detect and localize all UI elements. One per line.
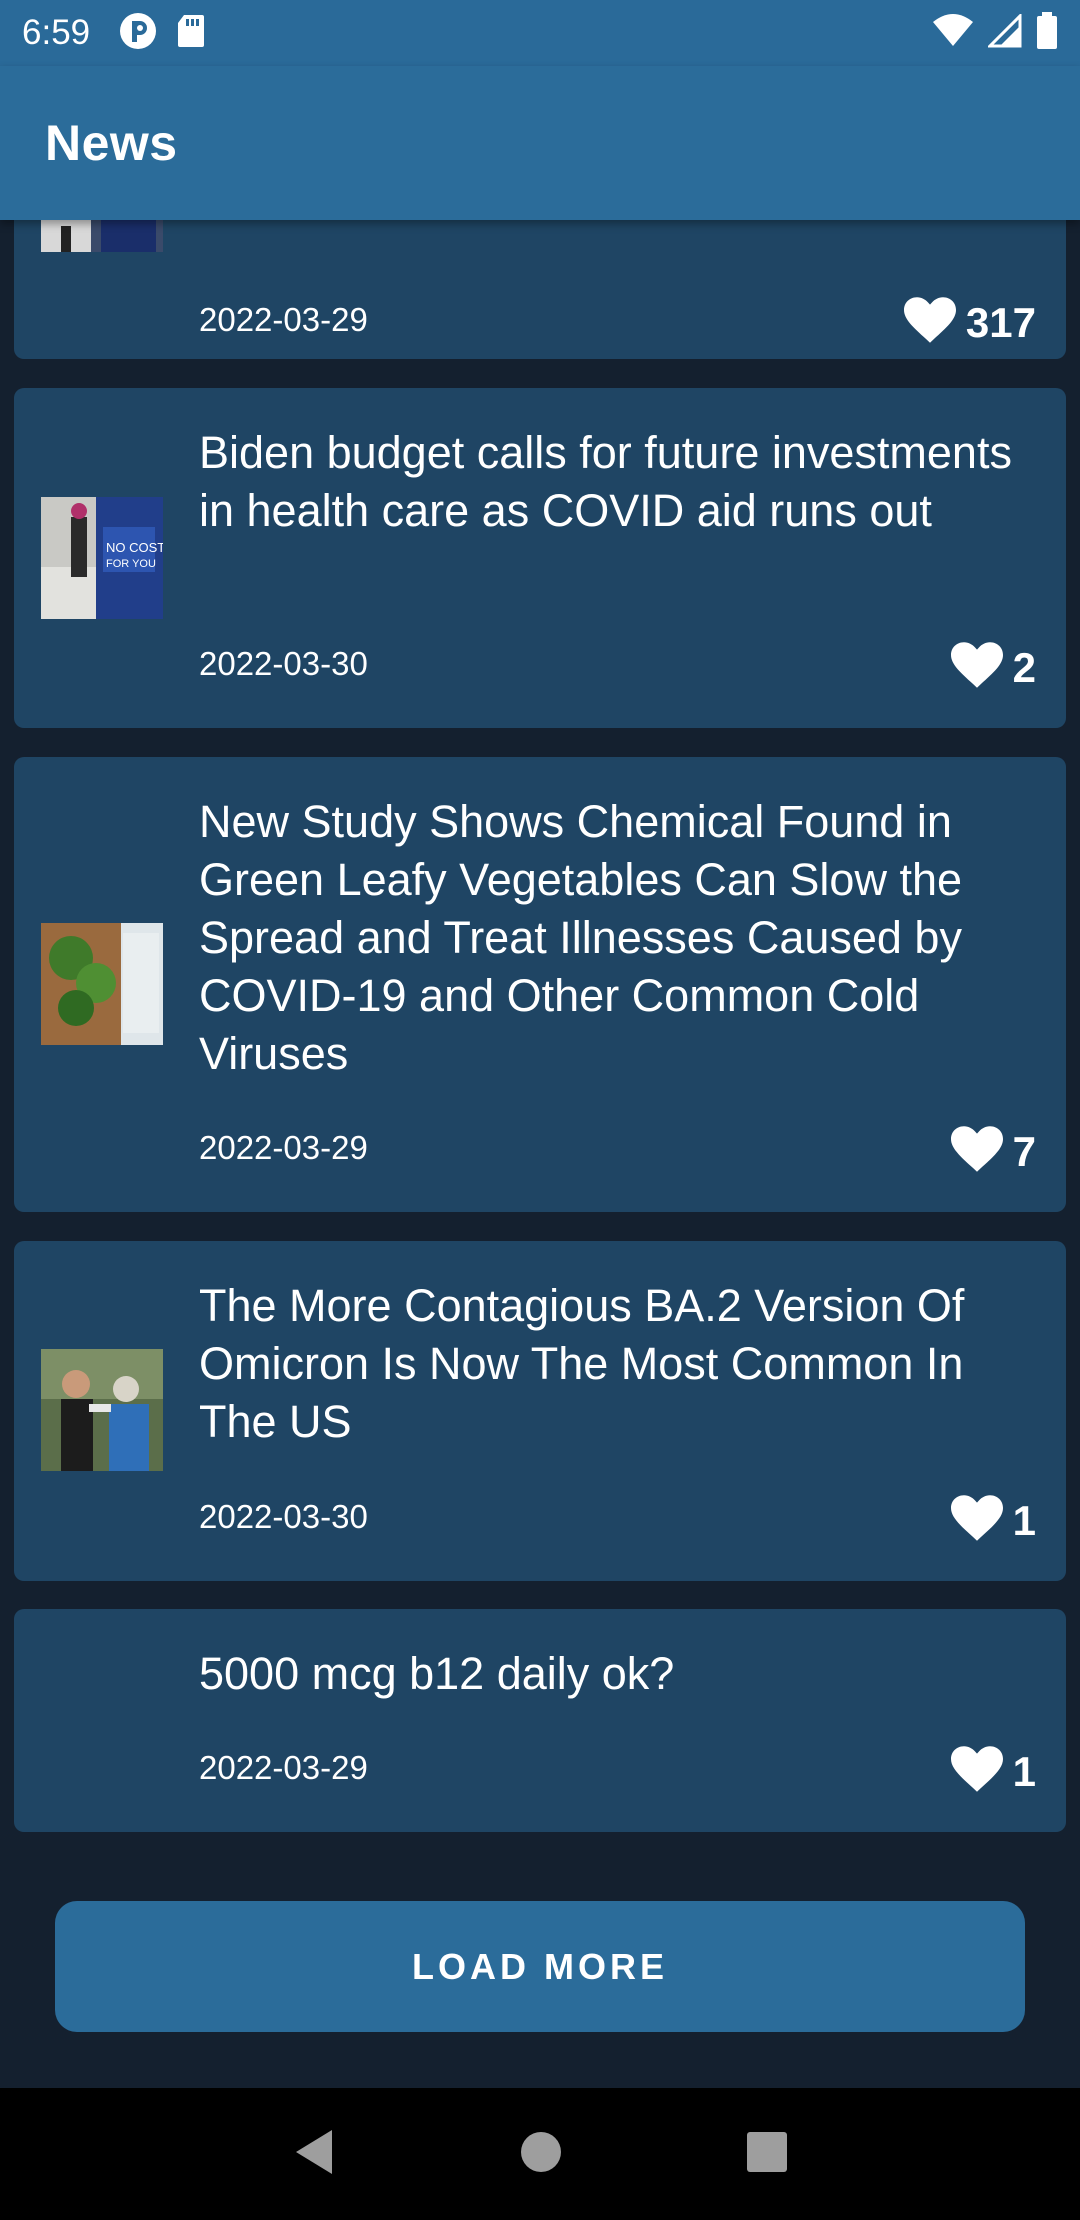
- news-card[interactable]: The More Contagious BA.2 Version Of Omic…: [14, 1241, 1066, 1581]
- news-title: 5000 mcg b12 daily ok?: [199, 1648, 675, 1699]
- news-thumbnail: NO COST FOR YOU: [41, 497, 163, 619]
- like-button[interactable]: 1: [950, 1746, 1036, 1797]
- heart-icon: [950, 1126, 1003, 1177]
- heart-icon: [950, 1495, 1003, 1546]
- news-title: New Study Shows Chemical Found in Green …: [199, 796, 963, 1079]
- like-button[interactable]: 317: [903, 297, 1036, 348]
- like-button[interactable]: 1: [950, 1495, 1036, 1546]
- status-time: 6:59: [22, 13, 91, 52]
- like-button[interactable]: 7: [950, 1126, 1036, 1177]
- heart-icon: [903, 297, 956, 348]
- news-thumbnail: [41, 1349, 163, 1471]
- load-more-button[interactable]: LOAD MORE: [55, 1901, 1025, 2032]
- like-button[interactable]: 2: [950, 642, 1036, 693]
- back-icon[interactable]: [292, 2128, 336, 2181]
- news-date: 2022-03-29: [199, 301, 368, 338]
- news-card[interactable]: 2022-03-29 317: [14, 220, 1066, 359]
- news-title: The More Contagious BA.2 Version Of Omic…: [199, 1280, 965, 1447]
- signal-icon: [986, 11, 1022, 53]
- status-bar: 6:59: [0, 0, 1080, 66]
- system-nav-bar: [0, 2088, 1080, 2220]
- heart-icon: [950, 642, 1003, 693]
- svg-text:NO COST: NO COST: [106, 540, 163, 555]
- like-count: 2: [1012, 643, 1036, 691]
- news-date: 2022-03-30: [199, 1498, 368, 1535]
- news-thumbnail: [41, 220, 163, 252]
- home-icon[interactable]: [519, 2130, 563, 2179]
- sd-card-icon: [176, 13, 206, 54]
- news-date: 2022-03-30: [199, 645, 368, 682]
- like-count: 7: [1012, 1127, 1036, 1175]
- page-title: News: [45, 115, 178, 171]
- like-count: 1: [1012, 1747, 1036, 1795]
- recents-icon[interactable]: [746, 2131, 788, 2178]
- news-card[interactable]: 5000 mcg b12 daily ok? 2022-03-29 1: [14, 1609, 1066, 1832]
- news-list[interactable]: 2022-03-29 317 NO COST FOR YOU Biden bud…: [0, 220, 1080, 2088]
- like-count: 317: [965, 298, 1036, 346]
- app-bar: News: [0, 66, 1080, 220]
- news-card[interactable]: NO COST FOR YOU Biden budget calls for f…: [14, 388, 1066, 728]
- news-date: 2022-03-29: [199, 1129, 368, 1166]
- notification-app-icon: [118, 11, 158, 56]
- battery-icon: [1036, 11, 1058, 55]
- news-date: 2022-03-29: [199, 1749, 368, 1786]
- heart-icon: [950, 1746, 1003, 1797]
- news-thumbnail: [41, 923, 163, 1045]
- wifi-icon: [932, 13, 974, 53]
- svg-text:FOR YOU: FOR YOU: [106, 558, 156, 570]
- like-count: 1: [1012, 1496, 1036, 1544]
- news-card[interactable]: New Study Shows Chemical Found in Green …: [14, 757, 1066, 1212]
- news-title: Biden budget calls for future investment…: [199, 427, 1012, 536]
